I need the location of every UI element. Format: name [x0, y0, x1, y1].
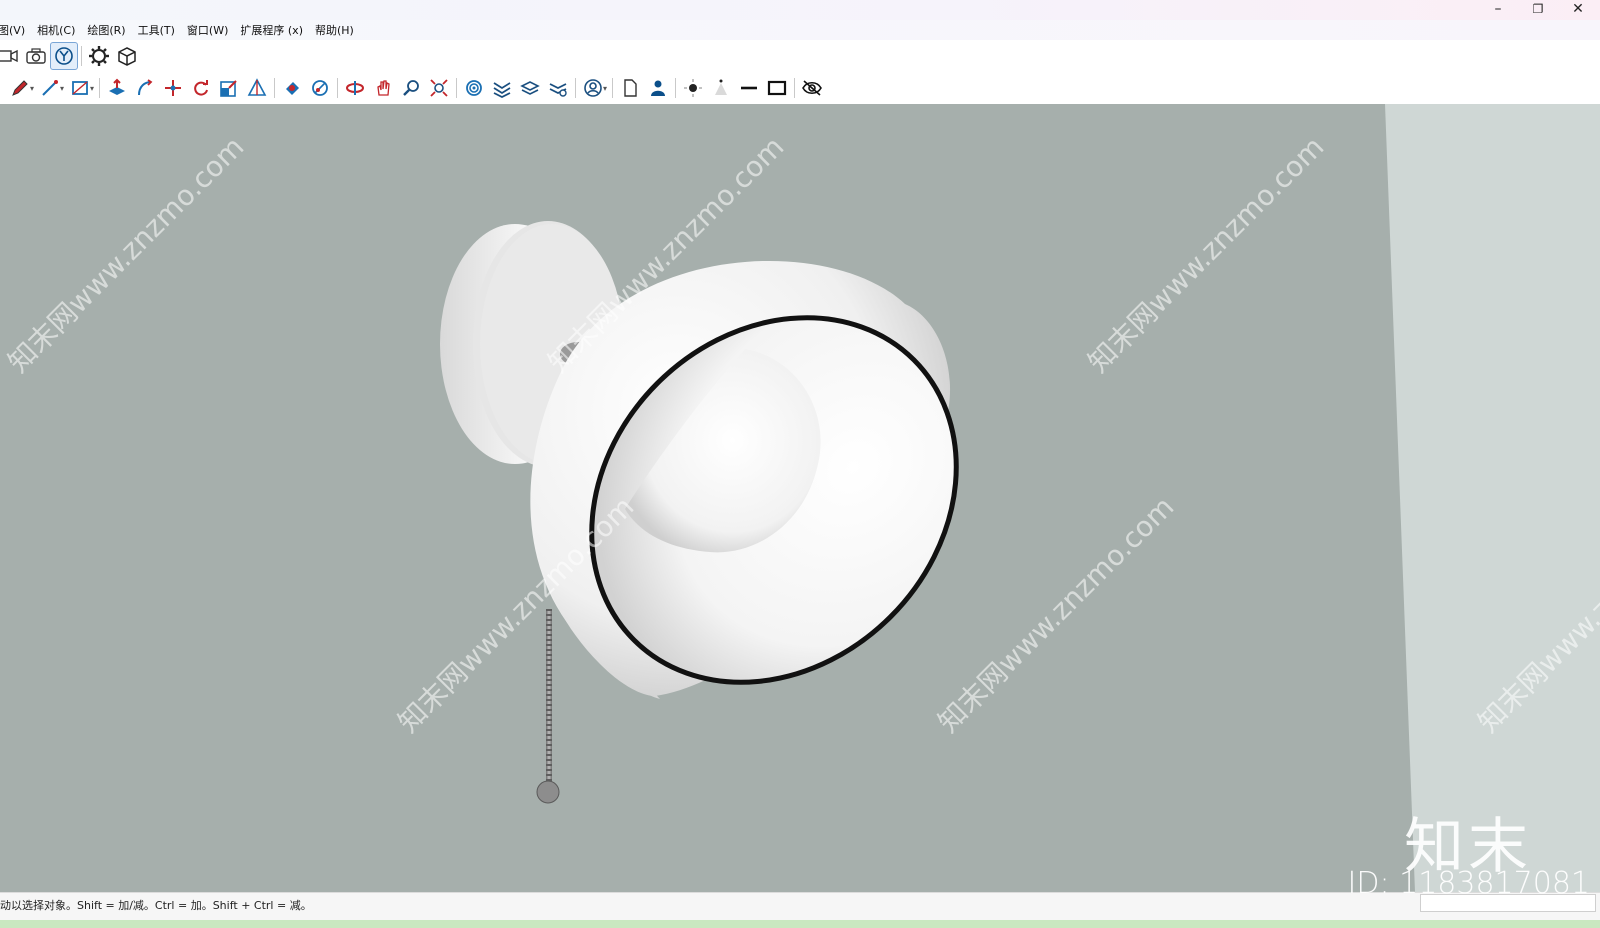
video-camera-icon[interactable] [0, 42, 22, 70]
document-icon[interactable] [616, 74, 644, 102]
toolbar-separator [575, 78, 577, 98]
sun-icon[interactable] [679, 74, 707, 102]
chevron-down-icon[interactable]: ▾ [60, 84, 64, 93]
cone-icon[interactable] [707, 74, 735, 102]
pull-chain [536, 609, 560, 804]
restore-button[interactable]: ❐ [1518, 0, 1558, 20]
menu-help[interactable]: 帮助(H) [315, 22, 354, 38]
zoom-icon[interactable] [397, 74, 425, 102]
menu-extensions[interactable]: 扩展程序 (x) [240, 22, 303, 38]
camera-icon[interactable] [22, 42, 50, 70]
menu-window[interactable]: 窗口(W) [187, 22, 228, 38]
person-icon[interactable] [644, 74, 672, 102]
frame-icon[interactable] [763, 74, 791, 102]
line-weight-icon[interactable] [735, 74, 763, 102]
model-id-label: ID: 1183817081 [1347, 866, 1590, 901]
menu-view[interactable]: 图(V) [0, 22, 25, 38]
toolbar-separator [675, 78, 677, 98]
camera-toolbar [0, 40, 1600, 72]
move-icon[interactable] [159, 74, 187, 102]
push-pull-icon[interactable] [103, 74, 131, 102]
toolbar-separator [337, 78, 339, 98]
toolbar-separator [794, 78, 796, 98]
orbit-icon[interactable] [341, 74, 369, 102]
hide-eye-icon[interactable] [798, 74, 826, 102]
layer-stack-icon[interactable] [516, 74, 544, 102]
toolbar-separator [274, 78, 276, 98]
title-bar: – ❐ ✕ [0, 0, 1600, 20]
toolbar-separator [612, 78, 614, 98]
status-text: 动以选择对象。Shift = 加/减。Ctrl = 加。Shift + Ctrl… [0, 899, 312, 912]
component-gear-icon[interactable] [85, 42, 113, 70]
menu-camera[interactable]: 相机(C) [37, 22, 75, 38]
taskbar-strip [0, 920, 1600, 928]
scene-canvas[interactable]: 知末网www.znzmo.com 知末网www.znzmo.com 知末网www… [0, 104, 1600, 892]
paint-bucket-icon[interactable] [278, 74, 306, 102]
target-icon[interactable] [460, 74, 488, 102]
layers-icon[interactable] [488, 74, 516, 102]
side-wall-panel [1385, 104, 1600, 892]
model-viewport[interactable]: 知末网www.znzmo.com 知末网www.znzmo.com 知末网www… [0, 104, 1600, 892]
layer-settings-icon[interactable] [544, 74, 572, 102]
minimize-button[interactable]: – [1478, 0, 1518, 20]
pull-chain-knob[interactable] [536, 780, 560, 804]
watermark-text: 知末网www.znzmo.com [1082, 130, 1331, 379]
orbit-y-icon[interactable] [50, 42, 78, 70]
menu-draw[interactable]: 绘图(R) [87, 22, 125, 38]
chevron-down-icon[interactable]: ▾ [603, 84, 607, 93]
section-plane-icon[interactable] [243, 74, 271, 102]
toolbar-separator [81, 46, 82, 66]
watermark-text: 知末网www.znzmo.com [2, 130, 251, 379]
watermark-text: 知末网www.znzmo.com [932, 490, 1181, 739]
menu-bar: 图(V) 相机(C) 绘图(R) 工具(T) 窗口(W) 扩展程序 (x) 帮助… [0, 20, 1600, 40]
toolbar-separator [99, 78, 101, 98]
sample-icon[interactable] [306, 74, 334, 102]
package-box-icon[interactable] [113, 42, 141, 70]
zoom-extents-icon[interactable] [425, 74, 453, 102]
close-button[interactable]: ✕ [1558, 0, 1598, 20]
follow-me-icon[interactable] [131, 74, 159, 102]
pan-icon[interactable] [369, 74, 397, 102]
chevron-down-icon[interactable]: ▾ [90, 84, 94, 93]
toolbar-separator [456, 78, 458, 98]
rotate-icon[interactable] [187, 74, 215, 102]
scale-icon[interactable] [215, 74, 243, 102]
menu-tools[interactable]: 工具(T) [138, 22, 175, 38]
main-toolbar: ▾ ▾ ▾ ▾ [0, 72, 1600, 104]
chevron-down-icon[interactable]: ▾ [30, 84, 34, 93]
